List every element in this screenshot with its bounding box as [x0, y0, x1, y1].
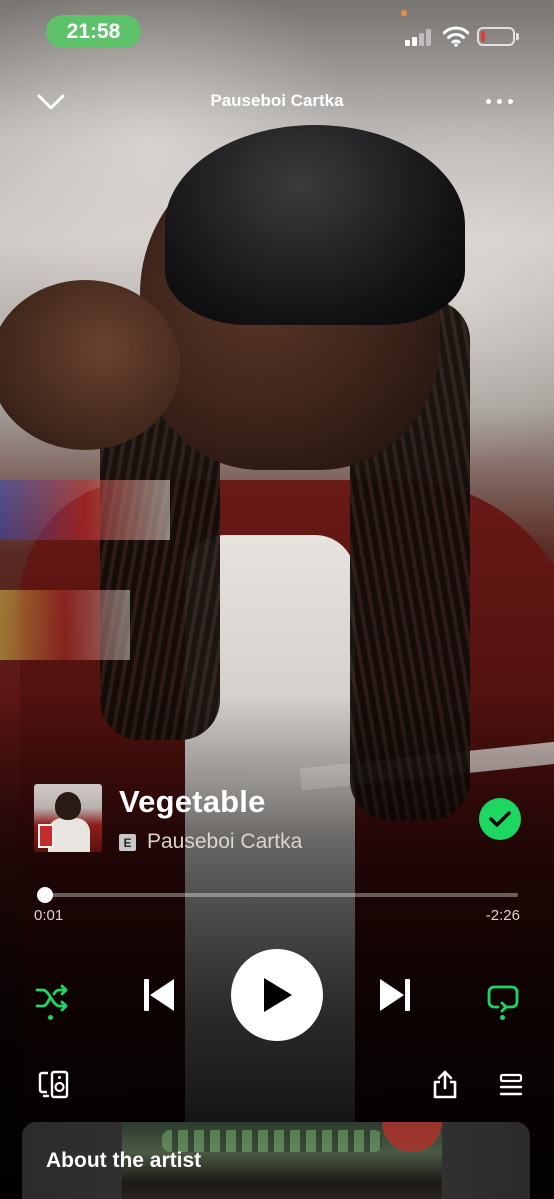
shuffle-button[interactable]	[33, 978, 71, 1018]
battery-level-fill	[481, 31, 485, 42]
track-title[interactable]: Vegetable	[119, 784, 266, 820]
wifi-icon	[443, 26, 469, 47]
track-artist[interactable]: Pauseboi Cartka	[147, 830, 302, 854]
repeat-button[interactable]	[484, 978, 522, 1018]
remaining-time: -2:26	[485, 907, 520, 924]
playback-progress-bar[interactable]	[40, 893, 518, 897]
play-icon	[264, 978, 292, 1012]
share-icon[interactable]	[431, 1069, 459, 1099]
queue-icon[interactable]	[499, 1072, 523, 1098]
about-artist-card[interactable]: About the artist	[22, 1122, 530, 1199]
status-time: 21:58	[46, 15, 141, 48]
repeat-icon	[487, 985, 519, 1013]
shuffle-icon	[35, 984, 68, 1012]
liked-check-button[interactable]	[479, 798, 521, 840]
play-button[interactable]	[231, 949, 323, 1041]
check-icon	[489, 811, 511, 827]
skip-next-icon	[380, 979, 410, 1011]
next-track-button[interactable]	[376, 974, 414, 1016]
cellular-signal-icon	[405, 28, 433, 46]
battery-icon	[477, 27, 519, 46]
elapsed-time: 0:01	[34, 907, 64, 924]
connect-devices-icon[interactable]	[38, 1068, 70, 1100]
shuffle-active-dot	[48, 1015, 53, 1020]
skip-previous-icon	[144, 979, 174, 1011]
repeat-active-dot	[500, 1015, 505, 1020]
album-art-thumbnail	[34, 784, 102, 852]
previous-track-button[interactable]	[140, 974, 178, 1016]
about-artist-title: About the artist	[46, 1149, 202, 1172]
more-options-icon[interactable]	[486, 92, 518, 110]
explicit-badge: E	[119, 834, 136, 851]
privacy-indicator-dot	[401, 10, 407, 16]
context-title: Pauseboi Cartka	[210, 91, 344, 110]
